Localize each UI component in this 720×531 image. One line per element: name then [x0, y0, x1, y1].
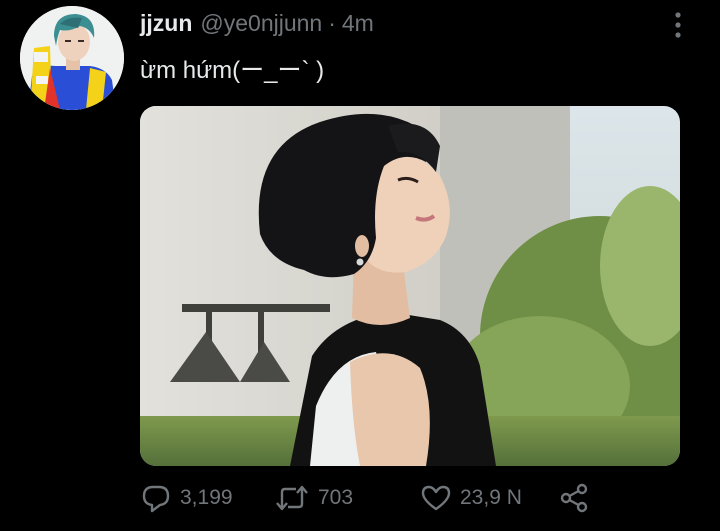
user-handle[interactable]: @ye0njjunn [200, 10, 322, 37]
avatar[interactable] [20, 6, 124, 110]
like-button[interactable]: 23,9 N [420, 478, 522, 518]
display-name[interactable]: jjzun [140, 10, 192, 37]
like-count: 23,9 N [460, 486, 522, 509]
tweet-photo [140, 106, 680, 466]
tweet-header: jjzun @ye0njjunn · 4m [140, 10, 374, 40]
separator-dot: · [328, 10, 336, 36]
tweet-media[interactable] [140, 106, 680, 466]
retweet-count: 703 [318, 486, 354, 509]
retweet-arrows-icon [274, 482, 310, 514]
heart-icon [420, 482, 452, 514]
timestamp[interactable]: 4m [342, 10, 374, 37]
share-button[interactable] [558, 478, 590, 518]
profile-photo [20, 6, 124, 110]
speech-bubble-icon [140, 482, 172, 514]
more-vertical-icon [666, 10, 690, 40]
share-nodes-icon [558, 482, 590, 514]
reply-button[interactable]: 3,199 [140, 478, 233, 518]
reply-count: 3,199 [180, 486, 233, 509]
tweet-text: ừm hứm(ー_ー` ) [140, 57, 325, 84]
more-options-button[interactable] [666, 10, 690, 40]
tweet-actions: 3,199 703 23,9 N [140, 478, 610, 518]
retweet-button[interactable]: 703 [274, 478, 353, 518]
